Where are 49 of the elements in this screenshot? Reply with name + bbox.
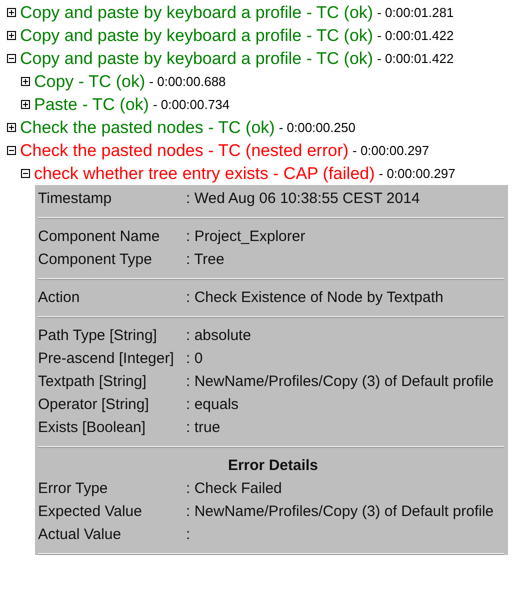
test-case-title[interactable]: Copy - TC (ok) bbox=[34, 72, 146, 92]
detail-label: Pre-ascend [Integer] bbox=[38, 350, 175, 367]
detail-label: Error Type bbox=[38, 480, 109, 497]
collapse-icon[interactable] bbox=[7, 54, 16, 63]
detail-label: Operator [String] bbox=[38, 396, 150, 413]
detail-value: : 0 bbox=[186, 350, 204, 367]
detail-value: : bbox=[186, 526, 192, 543]
duration: - 0:00:00.297 bbox=[378, 166, 456, 181]
detail-value: : Project_Explorer bbox=[186, 228, 306, 245]
test-case-title[interactable]: Copy and paste by keyboard a profile - TC (ok) bbox=[20, 26, 374, 46]
detail-label: Component Name bbox=[38, 228, 161, 245]
detail-label: Textpath [String] bbox=[38, 373, 148, 390]
test-case-title[interactable]: Copy and paste by keyboard a profile - TC (ok) bbox=[20, 48, 374, 68]
duration: - 0:00:00.250 bbox=[278, 120, 356, 135]
expand-icon[interactable] bbox=[7, 123, 16, 132]
detail-value: : NewName/Profiles/Copy (3) of Default profile bbox=[186, 373, 495, 390]
detail-label: Path Type [String] bbox=[38, 327, 158, 344]
duration: - 0:00:00.688 bbox=[149, 74, 226, 89]
test-case-title[interactable]: Check the pasted nodes - TC (ok) bbox=[20, 118, 275, 138]
expand-icon[interactable] bbox=[21, 77, 30, 86]
detail-value: : Wed Aug 06 10:38:55 CEST 2014 bbox=[186, 190, 421, 207]
test-case-title[interactable]: check whether tree entry exists - CAP (failed) bbox=[34, 164, 375, 184]
expand-icon[interactable] bbox=[7, 31, 16, 40]
detail-value: : equals bbox=[186, 396, 240, 413]
test-case-title[interactable]: Paste - TC (ok) bbox=[34, 94, 149, 114]
detail-value: : Check Failed bbox=[186, 480, 283, 497]
duration: - 0:00:00.734 bbox=[152, 97, 230, 112]
duration: - 0:00:00.297 bbox=[352, 143, 430, 158]
detail-label: Timestamp bbox=[38, 190, 113, 207]
detail-label: Expected Value bbox=[38, 503, 143, 520]
test-case-title[interactable]: Copy and paste by keyboard a profile - TC (ok) bbox=[20, 2, 374, 22]
duration: - 0:00:01.281 bbox=[377, 5, 454, 20]
collapse-icon[interactable] bbox=[21, 169, 30, 178]
test-case-title[interactable]: Check the pasted nodes - TC (nested error) bbox=[20, 140, 349, 160]
detail-value: : absolute bbox=[186, 327, 252, 344]
detail-value: : true bbox=[186, 419, 222, 436]
expand-icon[interactable] bbox=[7, 8, 16, 17]
detail-value: : Tree bbox=[186, 251, 226, 268]
duration: - 0:00:01.422 bbox=[377, 28, 454, 43]
detail-label: Actual Value bbox=[38, 526, 122, 543]
detail-label: Component Type bbox=[38, 251, 153, 268]
detail-value: : Check Existence of Node by Textpath bbox=[186, 289, 444, 306]
section-heading: Error Details bbox=[226, 456, 320, 476]
duration: - 0:00:01.422 bbox=[377, 51, 454, 66]
detail-label: Exists [Boolean] bbox=[38, 419, 147, 436]
detail-value: : NewName/Profiles/Copy (3) of Default profile bbox=[186, 503, 495, 520]
expand-icon[interactable] bbox=[21, 100, 30, 109]
collapse-icon[interactable] bbox=[7, 146, 16, 155]
detail-label: Action bbox=[38, 289, 81, 306]
